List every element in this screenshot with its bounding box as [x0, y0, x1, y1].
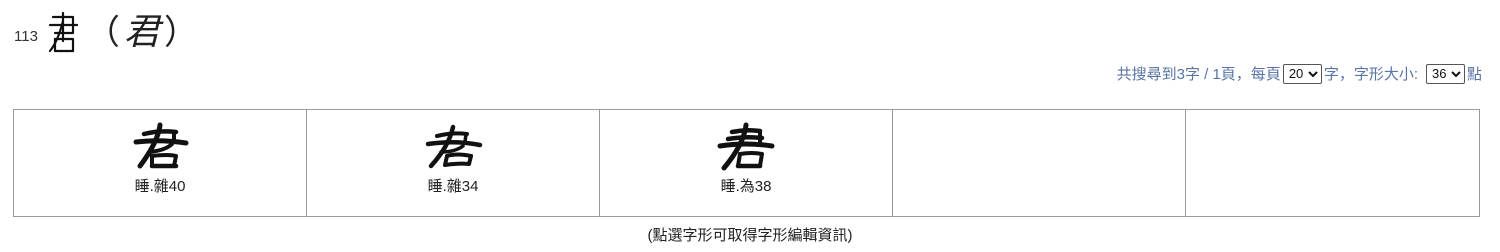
- glyph-label[interactable]: 睡.雜40: [135, 175, 186, 196]
- search-summary: 共搜尋到3字 / 1頁，每頁: [1116, 66, 1281, 83]
- jun-brush-glyph-2-icon[interactable]: [423, 122, 483, 174]
- per-page-select[interactable]: 20: [1282, 63, 1322, 84]
- page: 113 （ 君 ） 共搜尋到3字 / 1頁，每頁 20 字，字形大小: 36 點…: [0, 0, 1500, 252]
- glyph-cell[interactable]: 睡.為38: [600, 110, 893, 216]
- modern-character: 君: [123, 12, 160, 53]
- seal-script-glyph-icon: [48, 11, 79, 53]
- footer-note: (點選字形可取得字形編輯資訊): [647, 227, 853, 244]
- glyph-cell[interactable]: 睡.雜40: [14, 110, 307, 216]
- empty-glyph-cell: [893, 110, 1186, 216]
- search-info-bar: 共搜尋到3字 / 1頁，每頁 20 字，字形大小: 36 點: [1117, 63, 1482, 84]
- empty-glyph-cell: [1186, 110, 1479, 216]
- entry-number: 113: [14, 27, 38, 45]
- jun-brush-glyph-3-icon[interactable]: [716, 122, 776, 174]
- entry-header: 113 （ 君 ）: [14, 8, 198, 58]
- glyph-label[interactable]: 睡.雜34: [428, 175, 479, 196]
- glyph-label[interactable]: 睡.為38: [721, 175, 772, 196]
- glyph-cell[interactable]: 睡.雜34: [307, 110, 600, 216]
- per-page-suffix: 字，字形大小:: [1323, 66, 1418, 83]
- size-suffix: 點: [1466, 66, 1482, 83]
- paren-close: ）: [163, 13, 198, 53]
- paren-open: （: [85, 13, 120, 53]
- jun-brush-glyph-1-icon[interactable]: [130, 122, 190, 174]
- glyph-size-select[interactable]: 36: [1425, 63, 1465, 84]
- glyph-grid: 睡.雜40 睡.雜34 睡.為38: [13, 109, 1480, 217]
